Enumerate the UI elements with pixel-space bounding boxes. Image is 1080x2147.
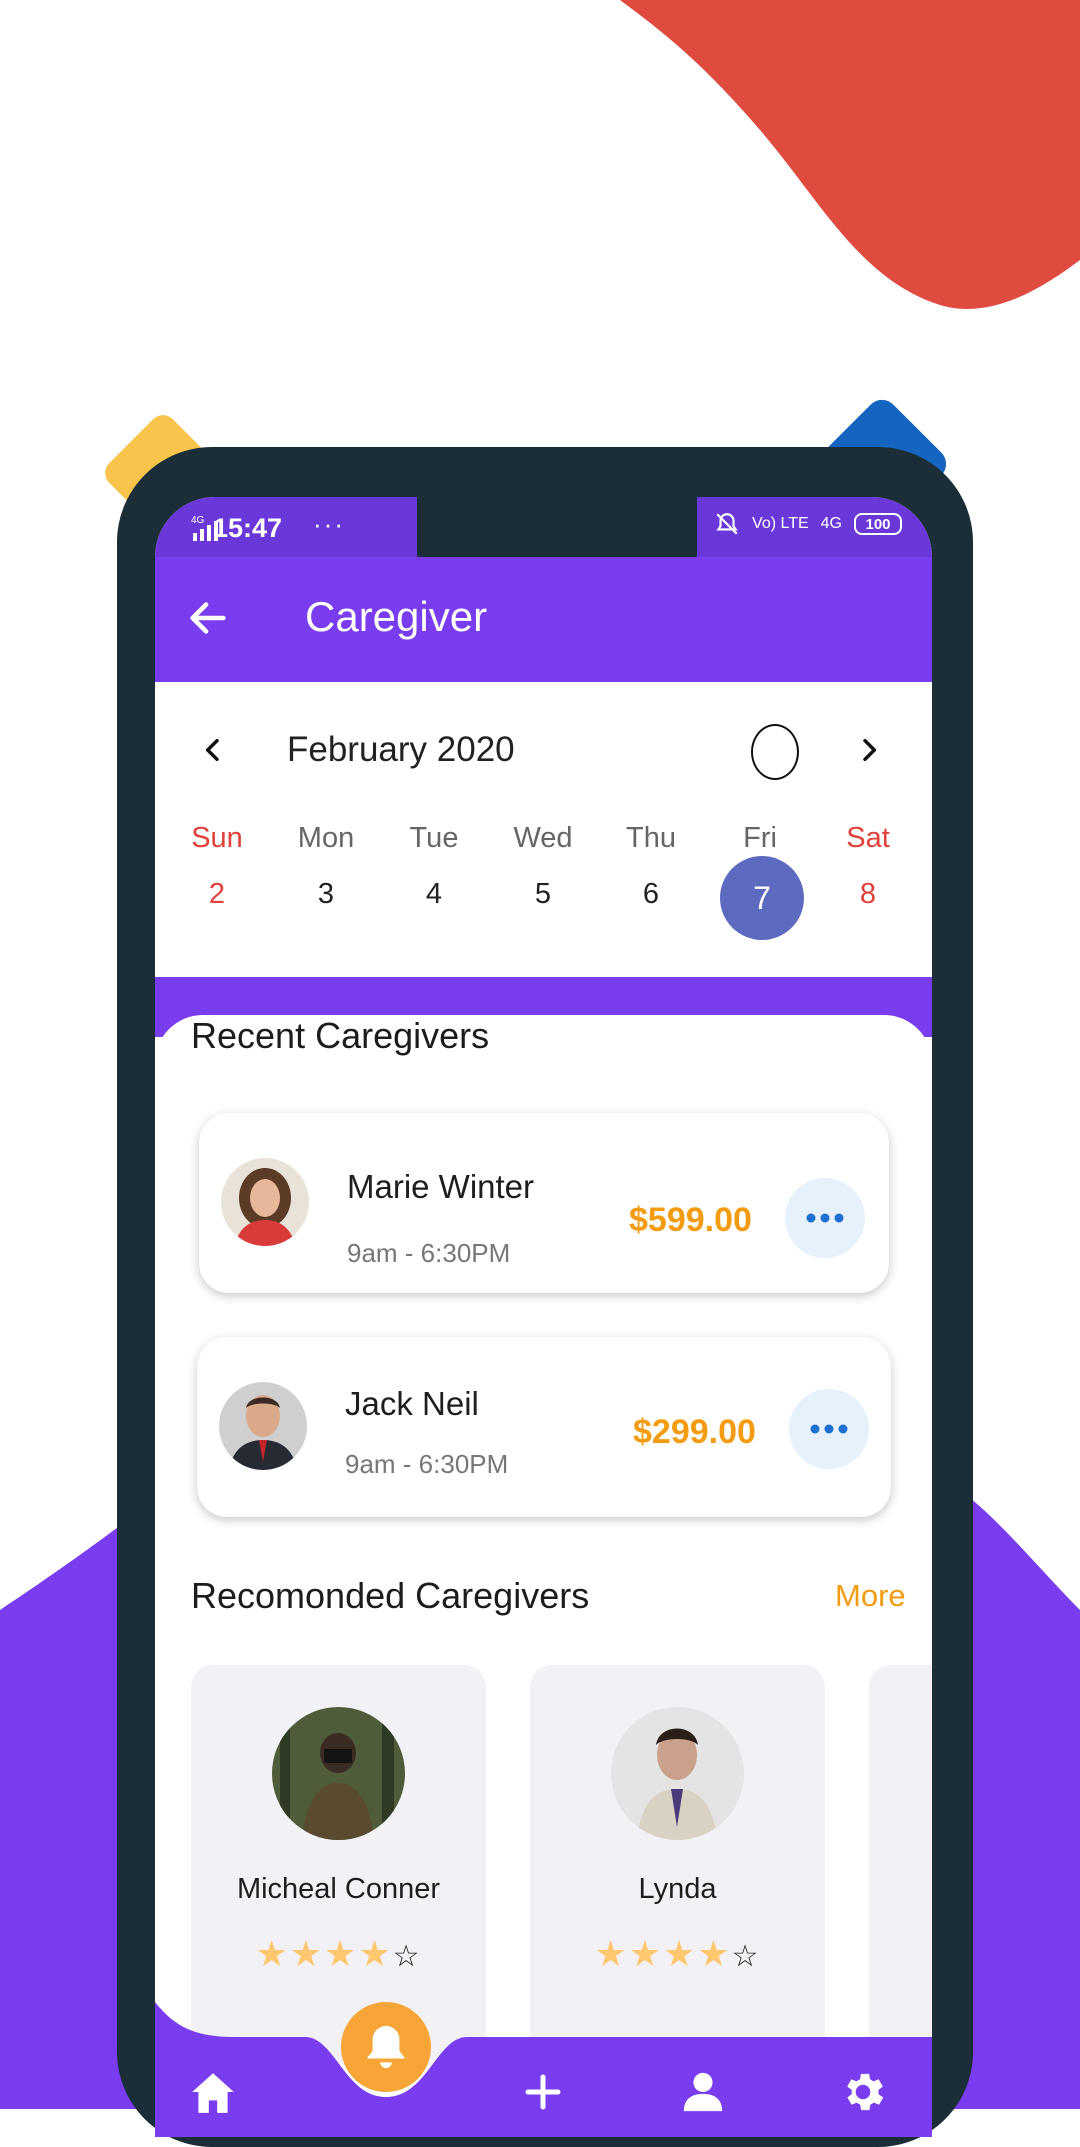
avatar — [219, 1382, 307, 1470]
weekday-label: Fri — [743, 822, 777, 854]
more-dots-icon — [806, 1213, 844, 1223]
more-link[interactable]: More — [835, 1578, 906, 1614]
weekday-label: Mon — [297, 822, 355, 854]
back-arrow-icon[interactable] — [185, 595, 231, 641]
home-icon — [192, 2073, 234, 2113]
avatar — [272, 1707, 405, 1840]
calendar-day[interactable]: 2 — [172, 878, 262, 911]
battery-indicator: 100 — [854, 513, 902, 535]
more-options-button[interactable] — [785, 1178, 865, 1258]
nav-settings[interactable] — [835, 2064, 891, 2120]
mute-bell-icon — [716, 513, 738, 535]
more-options-button[interactable] — [789, 1389, 869, 1469]
phone-screen: 4G 15:47 ··· Vo) LTE 4G 100 Caregiver Fe… — [155, 497, 932, 2137]
calendar-day-selected[interactable]: 7 — [720, 856, 804, 940]
page-title: Caregiver — [305, 593, 488, 640]
weekday-label: Sun — [191, 822, 243, 854]
nav-home[interactable] — [185, 2064, 241, 2120]
calendar-day[interactable]: 5 — [498, 878, 588, 911]
caregiver-hours: 9am - 6:30PM — [347, 1238, 511, 1268]
calendar: February 2020 Sun Mon Tue Wed Thu Fri Sa… — [155, 682, 932, 977]
star-filled-icon: ★ — [594, 1933, 629, 1974]
star-outline-icon: ☆ — [731, 1940, 761, 1973]
caregiver-hours: 9am - 6:30PM — [345, 1449, 509, 1479]
rating-stars: ★★★★☆ — [191, 1933, 486, 1975]
nav-profile[interactable] — [675, 2064, 731, 2120]
caregiver-name: Marie Winter — [347, 1168, 535, 1205]
status-more-dots: ··· — [313, 509, 345, 539]
status-right: Vo) LTE 4G 100 — [714, 511, 902, 537]
more-dots-icon — [810, 1424, 848, 1434]
content-panel: Recent Caregivers Marie Winter 9am - 6:3… — [155, 1015, 932, 2137]
weekday-label: Sat — [846, 822, 890, 854]
weekday-label: Wed — [513, 822, 573, 854]
caregiver-card[interactable]: Jack Neil 9am - 6:30PM $299.00 — [197, 1337, 891, 1517]
gear-icon — [847, 2073, 884, 2111]
calendar-view-toggle[interactable] — [751, 724, 799, 780]
network-4g-label: 4G — [820, 515, 842, 532]
chevron-left-icon[interactable] — [197, 734, 229, 766]
section-title-recent: Recent Caregivers — [191, 1015, 490, 1056]
star-filled-icon: ★ — [697, 1933, 732, 1974]
section-title-recommended: Recomonded Caregivers — [191, 1575, 590, 1616]
star-filled-icon: ★ — [663, 1933, 698, 1974]
person-icon — [683, 2072, 723, 2112]
svg-text:4G: 4G — [191, 515, 205, 526]
caregiver-price: $299.00 — [633, 1413, 756, 1451]
star-filled-icon: ★ — [628, 1933, 664, 1974]
bottom-navigation — [155, 2002, 932, 2137]
calendar-day[interactable]: 4 — [389, 878, 479, 911]
weekday-label: Thu — [626, 822, 676, 854]
recommended-name: Micheal Conner — [236, 1873, 441, 1905]
app-bar: Caregiver — [155, 557, 932, 682]
star-filled-icon: ★ — [289, 1933, 325, 1974]
status-time: 15:47 — [213, 513, 283, 543]
caregiver-card[interactable]: Marie Winter 9am - 6:30PM $599.00 — [199, 1113, 889, 1293]
bell-icon — [366, 2025, 406, 2069]
chevron-right-icon[interactable] — [853, 734, 885, 766]
star-filled-icon: ★ — [255, 1933, 290, 1974]
calendar-day[interactable]: 3 — [281, 878, 371, 911]
star-filled-icon: ★ — [324, 1933, 359, 1974]
calendar-month: February 2020 — [287, 730, 515, 769]
star-outline-icon: ☆ — [392, 1940, 422, 1973]
avatar — [221, 1158, 309, 1246]
star-filled-icon: ★ — [358, 1933, 393, 1974]
calendar-day[interactable]: 8 — [823, 878, 913, 911]
volte-label: Vo) LTE — [752, 515, 809, 532]
avatar — [611, 1707, 744, 1840]
calendar-day[interactable]: 6 — [606, 878, 696, 911]
nav-notifications[interactable] — [341, 2002, 431, 2092]
caregiver-name: Jack Neil — [345, 1385, 479, 1422]
rating-stars: ★★★★☆ — [530, 1933, 825, 1975]
nav-add[interactable] — [515, 2064, 571, 2120]
caregiver-price: $599.00 — [629, 1201, 752, 1239]
weekday-label: Tue — [409, 822, 459, 854]
plus-icon — [525, 2074, 561, 2110]
recommended-name: Lynda — [638, 1873, 717, 1905]
